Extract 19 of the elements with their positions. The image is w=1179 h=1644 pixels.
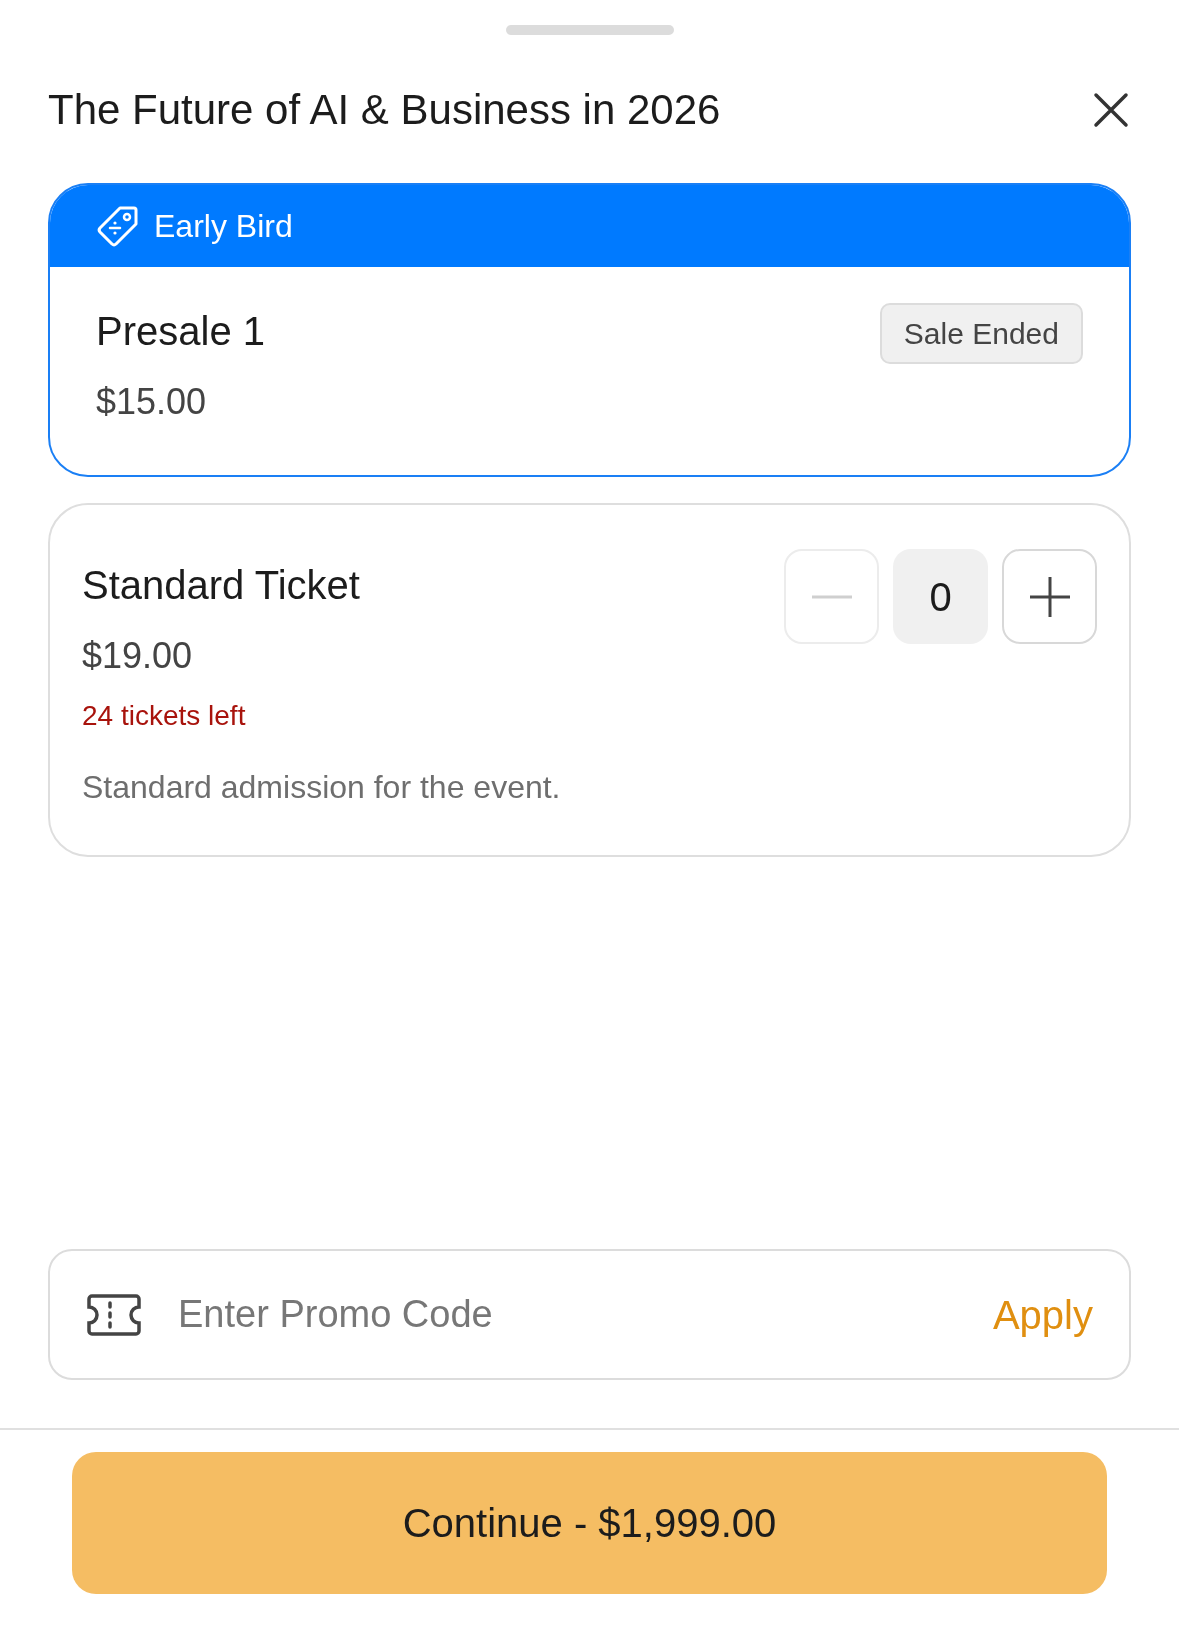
tag-icon: [96, 204, 140, 249]
drag-handle[interactable]: [505, 25, 674, 35]
ticket-group-label: Early Bird: [154, 207, 293, 247]
promo-code-field[interactable]: Enter Promo Code Apply: [48, 1249, 1131, 1380]
minus-icon: [811, 594, 852, 599]
ticket-icon: [86, 1292, 142, 1337]
tickets-left-text: 24 tickets left: [82, 699, 247, 734]
status-badge: Sale Ended: [879, 303, 1083, 365]
continue-button[interactable]: Continue - $1,999.00: [72, 1452, 1107, 1594]
ticket-price: $19.00: [82, 634, 194, 679]
ticket-name: Presale 1: [96, 308, 265, 356]
quantity-value: 0: [893, 549, 988, 645]
ticket-price: $15.00: [96, 380, 208, 425]
apply-button[interactable]: Apply: [992, 1284, 1093, 1345]
ticket-name: Standard Ticket: [82, 562, 361, 610]
ticket-description: Standard admission for the event.: [82, 768, 561, 808]
sheet-title: The Future of AI & Business in 2026: [48, 85, 721, 135]
increment-button[interactable]: [1002, 549, 1097, 645]
plus-icon: [1029, 576, 1070, 617]
